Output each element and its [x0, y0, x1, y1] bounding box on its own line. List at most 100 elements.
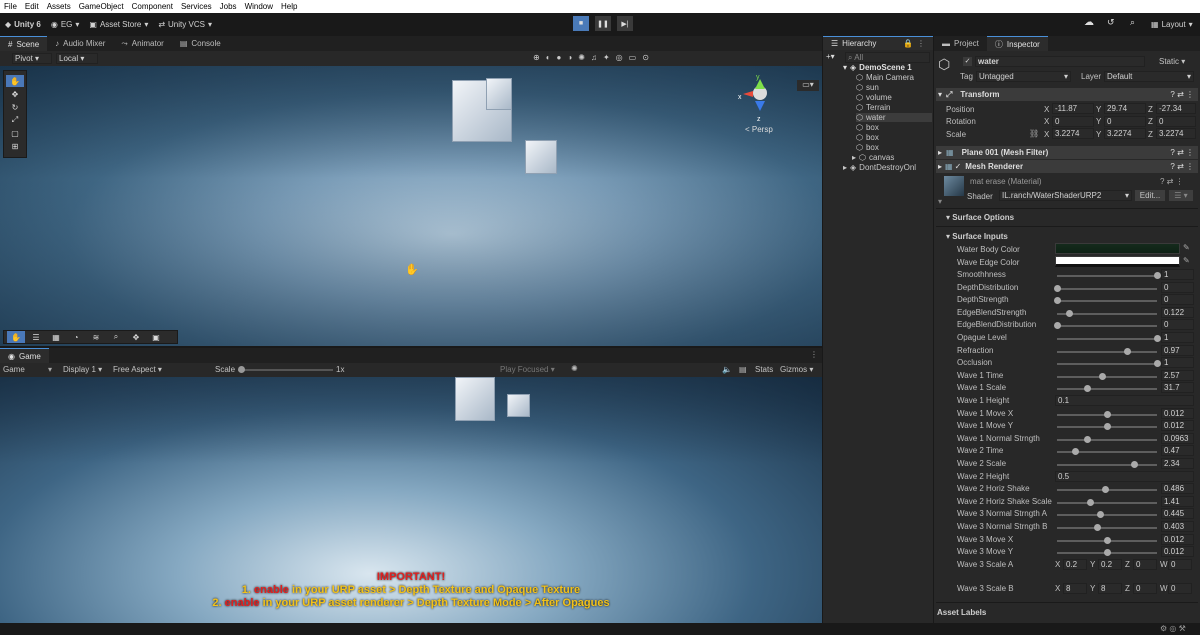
tab-console[interactable]: ▤ Console — [172, 36, 229, 51]
property-value-field[interactable]: 0 — [1161, 319, 1194, 331]
layers-icon[interactable]: ≋ — [87, 331, 105, 343]
property-value-field[interactable]: 0.122 — [1161, 306, 1194, 318]
rotation-z-field[interactable]: 0 — [1156, 116, 1196, 127]
hierarchy-dontdestroy[interactable]: ▸ ◈ DontDestroyOnl — [843, 163, 916, 172]
display-dropdown[interactable]: Display 1 ▾ — [63, 365, 102, 374]
property-value-field[interactable]: 0.486 — [1161, 483, 1194, 495]
unity-version-button[interactable]: ◆ Unity 6 — [0, 16, 46, 32]
property-slider[interactable] — [1057, 272, 1161, 279]
slider-knob[interactable] — [1099, 372, 1106, 380]
property-value-field[interactable]: 0.1 — [1055, 395, 1194, 406]
property-value-field[interactable]: 0 — [1161, 281, 1194, 293]
menu-file[interactable]: File — [0, 2, 21, 11]
active-checkbox[interactable]: ✓ — [963, 57, 972, 66]
vector-component-field[interactable]: 0 — [1168, 558, 1192, 570]
play-button[interactable]: ■ — [573, 16, 589, 31]
asset-store-dropdown[interactable]: ▣ Asset Store ▾ — [84, 16, 153, 32]
property-slider[interactable] — [1057, 486, 1157, 494]
aspect-dropdown[interactable]: Free Aspect ▾ — [113, 365, 162, 374]
slider-knob[interactable] — [1124, 347, 1131, 355]
hierarchy-item[interactable]: ⬡ Terrain — [856, 103, 890, 112]
local-dropdown[interactable]: Local ▾ — [56, 53, 98, 64]
more-options-icon[interactable]: ⋮ — [917, 39, 925, 48]
box-object[interactable] — [525, 140, 557, 174]
eyedropper-icon[interactable]: ✎ — [1183, 243, 1190, 252]
property-value-field[interactable]: 0.403 — [1161, 521, 1194, 532]
hierarchy-item[interactable]: ⬡ box — [856, 143, 879, 152]
menu-services[interactable]: Services — [177, 2, 216, 11]
property-slider[interactable] — [1057, 347, 1157, 355]
eyedropper-icon[interactable]: ✎ — [1183, 256, 1190, 265]
zoom-icon[interactable]: ⌕ — [107, 331, 125, 343]
rect-tool-icon[interactable]: ▢ — [6, 127, 24, 139]
static-toggle[interactable]: Static ▾ — [1159, 57, 1185, 66]
vector-component-field[interactable]: 0.2 — [1063, 558, 1087, 570]
menu-jobs[interactable]: Jobs — [216, 2, 241, 11]
wireframe-icon[interactable]: ⊕ — [533, 53, 540, 64]
menu-gameobject[interactable]: GameObject — [75, 2, 128, 11]
tab-inspector[interactable]: ⓘ Inspector — [986, 36, 1048, 51]
property-value-field[interactable]: 0.0963 — [1161, 432, 1194, 444]
render-mode-icon[interactable]: ◑ — [567, 53, 572, 64]
property-value-field[interactable]: 1 — [1161, 357, 1194, 369]
slider-knob[interactable] — [1104, 536, 1111, 544]
gizmo-toggle-icon[interactable]: ⊙ — [642, 53, 649, 64]
slider-knob[interactable] — [1154, 272, 1161, 279]
property-slider[interactable] — [1057, 549, 1157, 557]
tab-audio-mixer[interactable]: ♪ Audio Mixer — [47, 36, 113, 51]
property-slider[interactable] — [1057, 423, 1157, 431]
visibility-icon[interactable]: ◎ — [616, 53, 623, 64]
property-value-field[interactable]: 0.5 — [1055, 470, 1194, 482]
slider-knob[interactable] — [1084, 435, 1091, 443]
shader-dropdown[interactable]: IL.ranch/WaterShaderURP2 ▾ — [999, 190, 1132, 201]
material-menu-icons[interactable]: ? ⇄ ⋮ — [1160, 177, 1184, 186]
slider-knob[interactable] — [1094, 524, 1101, 531]
fx-icon[interactable]: ✦ — [603, 53, 610, 64]
property-slider[interactable] — [1057, 360, 1161, 368]
scale-z-field[interactable]: 3.2274 — [1156, 128, 1196, 139]
property-value-field[interactable]: 0.012 — [1161, 420, 1194, 432]
move-tool-icon[interactable]: ✥ — [6, 88, 24, 100]
property-value-field[interactable]: 0 — [1161, 294, 1194, 306]
scale-slider-knob[interactable] — [238, 366, 245, 373]
game-view[interactable]: IMPORTANT! 1. enable in your URP asset >… — [0, 377, 822, 623]
rotation-y-field[interactable]: 0 — [1104, 116, 1146, 127]
property-value-field[interactable]: 1.41 — [1161, 495, 1194, 507]
slider-knob[interactable] — [1087, 498, 1094, 506]
property-slider[interactable] — [1057, 385, 1157, 393]
play-focused-dropdown[interactable]: Play Focused ▾ — [500, 365, 555, 374]
shaded-icon[interactable]: ◐ — [546, 53, 551, 64]
component-menu-icons[interactable]: ? ⇄ ⋮ — [1170, 162, 1194, 171]
orientation-gizmo[interactable]: y x z < Persp — [737, 74, 787, 134]
property-value-field[interactable]: 0.47 — [1161, 445, 1194, 457]
property-slider[interactable] — [1057, 410, 1157, 418]
hierarchy-item[interactable]: ⬡ volume — [856, 93, 892, 102]
position-z-field[interactable]: -27.34 — [1156, 103, 1196, 114]
box-object[interactable] — [486, 78, 512, 110]
hierarchy-item[interactable]: ▸ ⬡ canvas — [852, 153, 894, 162]
property-slider[interactable] — [1057, 461, 1157, 468]
tab-scene[interactable]: # Scene — [0, 36, 48, 51]
vector-component-field[interactable]: 8 — [1098, 582, 1122, 594]
vector-component-field[interactable]: 0 — [1168, 582, 1192, 594]
mute-audio-icon[interactable]: 🔈 — [722, 365, 732, 374]
position-y-field[interactable]: 29.74 — [1104, 103, 1146, 114]
frame-icon[interactable]: ▣ — [147, 331, 165, 343]
cloud-icon[interactable]: ☁ — [1084, 17, 1094, 28]
property-value-field[interactable]: 0.012 — [1161, 533, 1194, 545]
property-value-field[interactable]: 0.97 — [1161, 344, 1194, 356]
property-value-field[interactable]: 2.34 — [1161, 458, 1194, 469]
hierarchy-item[interactable]: ⬡ sun — [856, 83, 879, 92]
surface-options-foldout[interactable]: ▾ Surface Options — [946, 213, 1014, 222]
transform-tool-icon[interactable]: ⊞ — [6, 140, 24, 152]
property-slider[interactable] — [1054, 284, 1157, 292]
scene-view[interactable]: ✋ ✋ ✥ ↻ ⤢ ▢ ⊞ y x z < Persp ✋ ☰ ▦ ◔ ≋ ⌕ … — [0, 66, 822, 346]
mesh-renderer-header[interactable]: ▸ ▦ ✓ Mesh Renderer ? ⇄ ⋮ — [936, 160, 1198, 173]
chevron-down-icon[interactable]: ▾ — [938, 197, 942, 206]
slider-knob[interactable] — [1066, 309, 1073, 317]
hierarchy-item-selected[interactable]: ⬡ water — [856, 113, 932, 122]
scale-x-field[interactable]: 3.2274 — [1052, 128, 1094, 139]
water-body-color-swatch[interactable] — [1055, 243, 1180, 254]
scale-slider[interactable] — [238, 366, 333, 373]
grid-snap-icon[interactable]: ☰ — [27, 331, 45, 343]
